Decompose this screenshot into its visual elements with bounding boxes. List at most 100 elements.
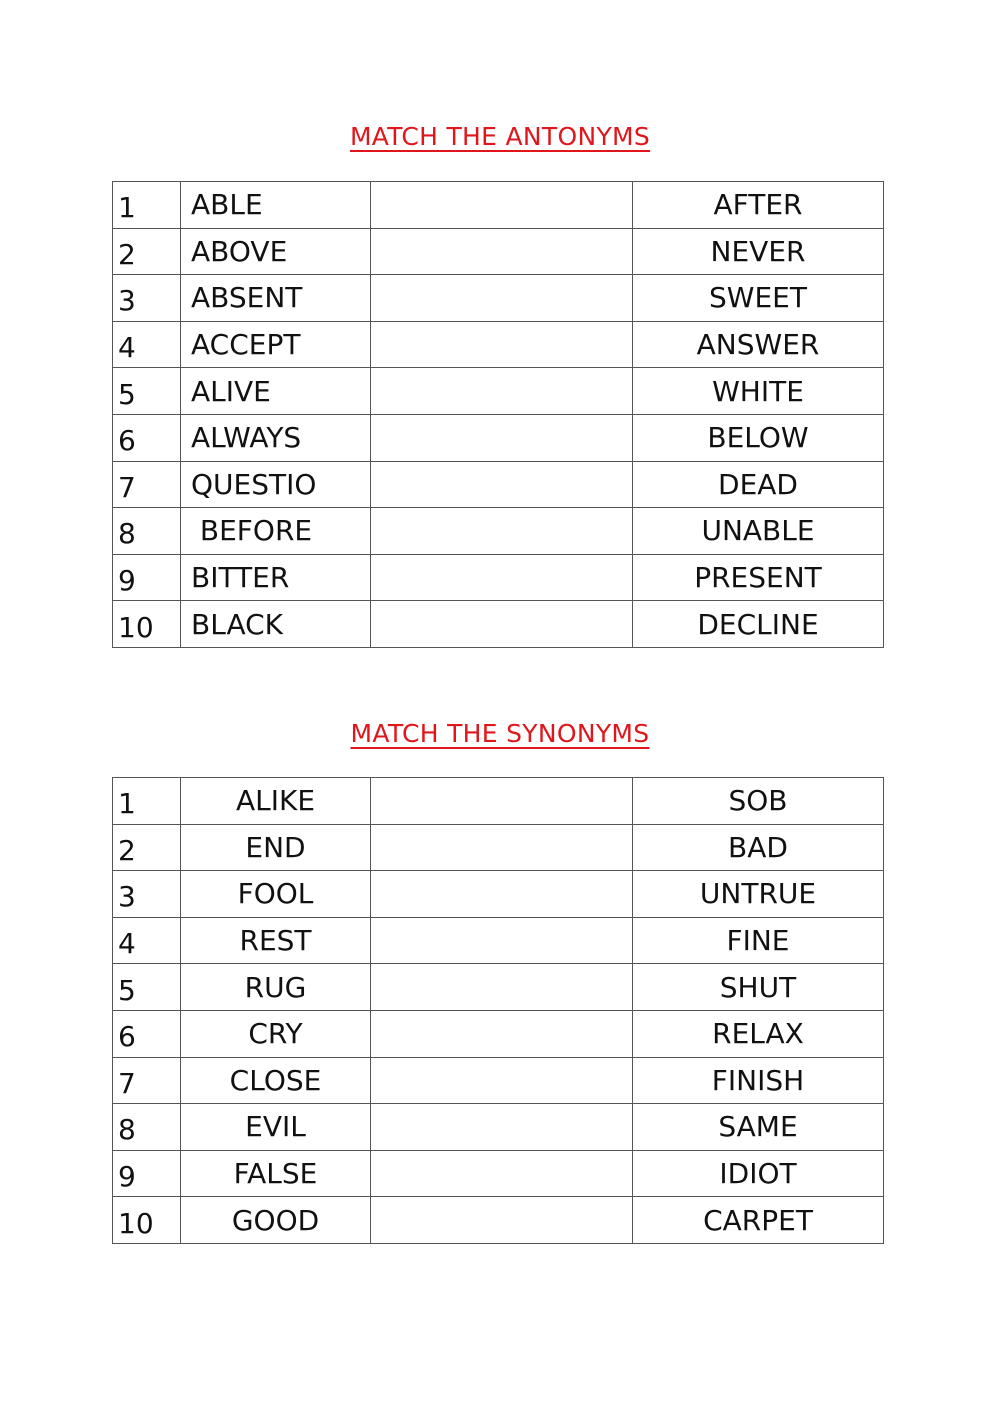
table-row: 4 REST FINE	[112, 916, 884, 965]
word-cell: ABOVE	[180, 227, 371, 276]
table-row: 2 END BAD	[112, 823, 884, 872]
answer-blank[interactable]	[370, 1056, 633, 1105]
word-cell: ALWAYS	[180, 413, 371, 462]
word-cell: CLOSE	[180, 1056, 371, 1105]
table-row: 9 BITTER PRESENT	[112, 553, 884, 602]
table-row: 8 EVIL SAME	[112, 1103, 884, 1151]
answer-blank[interactable]	[370, 823, 633, 872]
row-number: 3	[112, 870, 181, 918]
antonyms-title-text: MATCH THE ANTONYMS	[349, 122, 651, 151]
match-word-cell: DECLINE	[632, 600, 884, 648]
word-cell: FOOL	[180, 870, 371, 918]
row-number: 5	[112, 963, 181, 1011]
answer-blank[interactable]	[370, 367, 633, 415]
answer-blank[interactable]	[370, 553, 633, 602]
match-word-cell: NEVER	[632, 227, 884, 276]
answer-blank[interactable]	[370, 870, 633, 918]
match-word-cell: UNABLE	[632, 507, 884, 555]
row-number: 7	[112, 1056, 181, 1105]
row-number: 5	[112, 367, 181, 415]
word-cell: ABLE	[180, 181, 371, 229]
row-number: 3	[112, 274, 181, 322]
answer-blank[interactable]	[370, 507, 633, 555]
match-word-cell: SOB	[632, 777, 884, 825]
row-number: 9	[112, 553, 181, 602]
row-number: 7	[112, 460, 181, 509]
match-word-cell: SAME	[632, 1103, 884, 1151]
table-row: 7 QUESTIO DEAD	[112, 460, 884, 509]
antonyms-table: 1 ABLE AFTER 2 ABOVE NEVER 3 ABSENT SWEET 4 ACCEPT…	[112, 181, 884, 648]
table-row: 1 ALIKE SOB	[112, 777, 884, 825]
match-word-cell: AFTER	[632, 181, 884, 229]
answer-blank[interactable]	[370, 460, 633, 509]
match-word-cell: DEAD	[632, 460, 884, 509]
table-row: 3 FOOL UNTRUE	[112, 870, 884, 918]
word-cell: ALIKE	[180, 777, 371, 825]
word-cell: BLACK	[180, 600, 371, 648]
row-number: 1	[112, 777, 181, 825]
word-cell: REST	[180, 916, 371, 965]
table-row: 6 ALWAYS BELOW	[112, 413, 884, 462]
row-number: 9	[112, 1149, 181, 1198]
answer-blank[interactable]	[370, 1149, 633, 1198]
answer-blank[interactable]	[370, 227, 633, 276]
answer-blank[interactable]	[370, 413, 633, 462]
answer-blank[interactable]	[370, 1009, 633, 1058]
match-word-cell: WHITE	[632, 367, 884, 415]
word-cell: GOOD	[180, 1196, 371, 1244]
row-number: 8	[112, 1103, 181, 1151]
table-row: 4 ACCEPT ANSWER	[112, 320, 884, 369]
row-number: 4	[112, 320, 181, 369]
word-cell: RUG	[180, 963, 371, 1011]
table-row: 2 ABOVE NEVER	[112, 227, 884, 276]
answer-blank[interactable]	[370, 916, 633, 965]
answer-blank[interactable]	[370, 320, 633, 369]
word-cell: FALSE	[180, 1149, 371, 1198]
table-row: 9 FALSE IDIOT	[112, 1149, 884, 1198]
word-cell: BITTER	[180, 553, 371, 602]
word-cell: EVIL	[180, 1103, 371, 1151]
answer-blank[interactable]	[370, 1196, 633, 1244]
antonyms-title: MATCH THE ANTONYMS	[0, 122, 1000, 151]
match-word-cell: PRESENT	[632, 553, 884, 602]
table-row: 7 CLOSE FINISH	[112, 1056, 884, 1105]
answer-blank[interactable]	[370, 274, 633, 322]
table-row: 6 CRY RELAX	[112, 1009, 884, 1058]
match-word-cell: CARPET	[632, 1196, 884, 1244]
word-cell: BEFORE	[180, 507, 371, 555]
row-number: 8	[112, 507, 181, 555]
row-number: 10	[112, 1196, 181, 1244]
table-row: 3 ABSENT SWEET	[112, 274, 884, 322]
row-number: 4	[112, 916, 181, 965]
match-word-cell: SHUT	[632, 963, 884, 1011]
synonyms-title-text: MATCH THE SYNONYMS	[350, 719, 650, 748]
match-word-cell: FINISH	[632, 1056, 884, 1105]
match-word-cell: SWEET	[632, 274, 884, 322]
match-word-cell: RELAX	[632, 1009, 884, 1058]
word-cell: END	[180, 823, 371, 872]
row-number: 6	[112, 1009, 181, 1058]
table-row: 1 ABLE AFTER	[112, 181, 884, 229]
row-number: 6	[112, 413, 181, 462]
table-row: 5 RUG SHUT	[112, 963, 884, 1011]
word-cell: ACCEPT	[180, 320, 371, 369]
match-word-cell: UNTRUE	[632, 870, 884, 918]
answer-blank[interactable]	[370, 777, 633, 825]
word-cell: CRY	[180, 1009, 371, 1058]
word-cell: QUESTIO	[180, 460, 371, 509]
table-row: 8 BEFORE UNABLE	[112, 507, 884, 555]
synonyms-table: 1 ALIKE SOB 2 END BAD 3 FOOL UNTRUE 4 REST FINE 5 RUG…	[112, 777, 884, 1244]
answer-blank[interactable]	[370, 1103, 633, 1151]
word-cell: ABSENT	[180, 274, 371, 322]
match-word-cell: ANSWER	[632, 320, 884, 369]
match-word-cell: BAD	[632, 823, 884, 872]
match-word-cell: FINE	[632, 916, 884, 965]
table-row: 10 GOOD CARPET	[112, 1196, 884, 1244]
row-number: 10	[112, 600, 181, 648]
answer-blank[interactable]	[370, 181, 633, 229]
answer-blank[interactable]	[370, 963, 633, 1011]
row-number: 2	[112, 823, 181, 872]
row-number: 2	[112, 227, 181, 276]
synonyms-title: MATCH THE SYNONYMS	[0, 719, 1000, 748]
answer-blank[interactable]	[370, 600, 633, 648]
